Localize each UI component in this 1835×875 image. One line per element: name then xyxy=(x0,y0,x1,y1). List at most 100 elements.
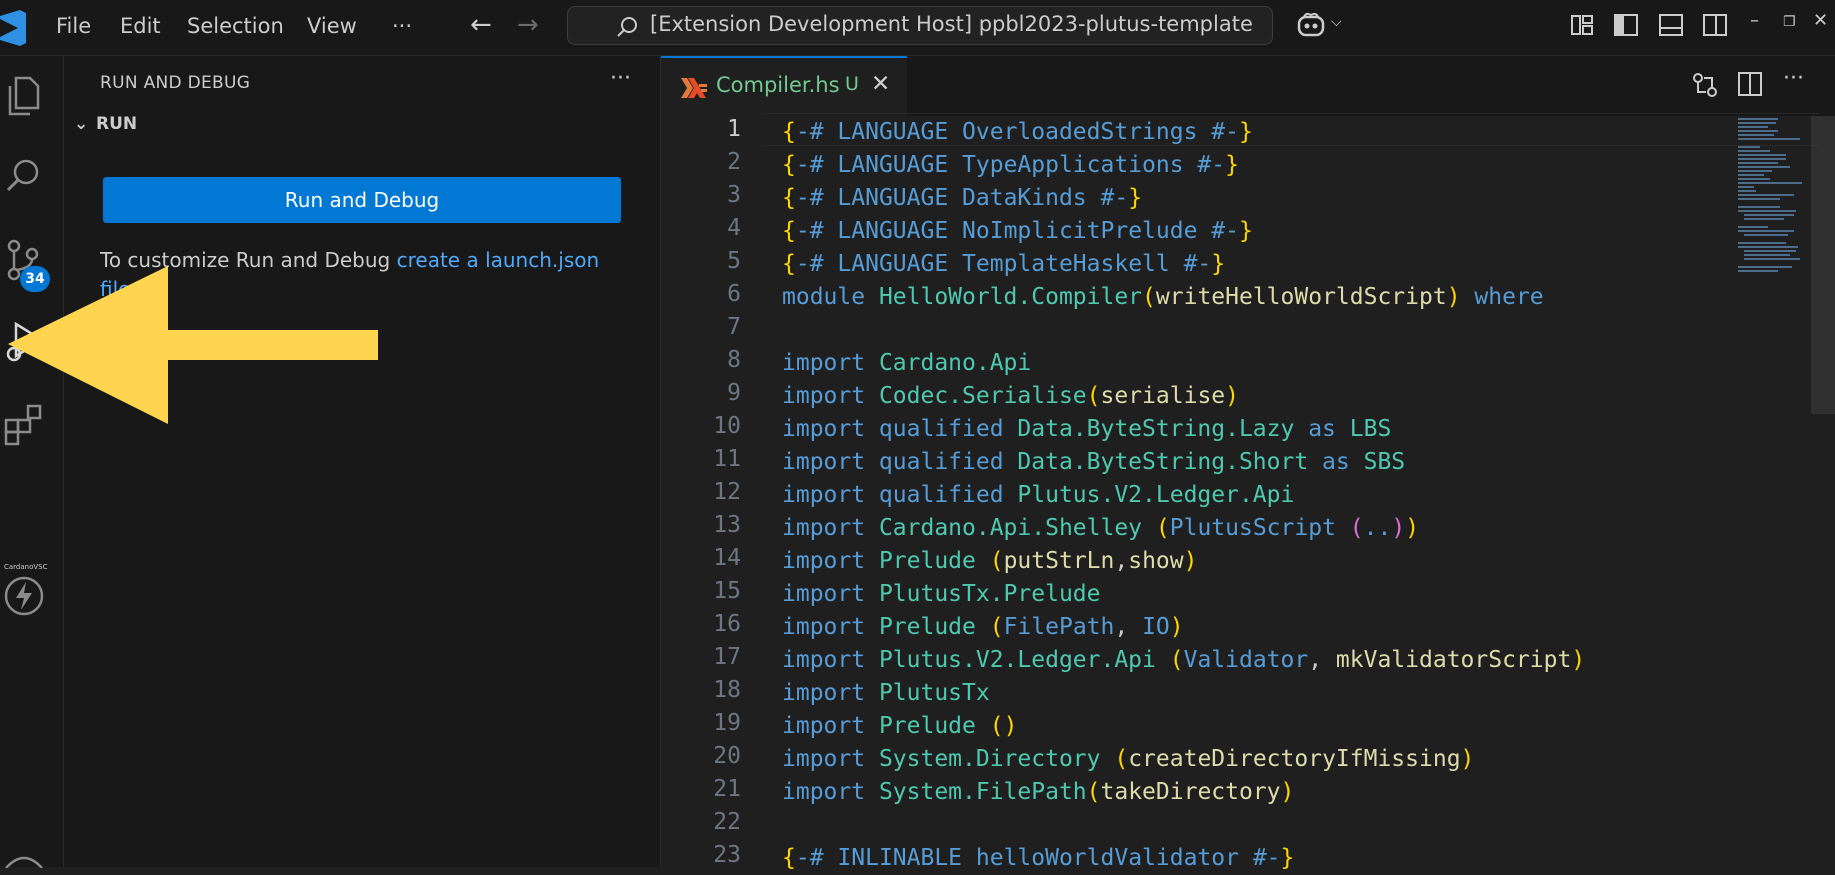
code-token: -# INLINABLE helloWorldValidator #- xyxy=(795,845,1281,871)
code-token: PlutusTx xyxy=(878,680,990,706)
menu-file[interactable]: File xyxy=(56,12,91,40)
code-token: , xyxy=(1114,614,1143,640)
code-line[interactable]: import Codec.Serialise(serialise) xyxy=(782,380,1239,413)
line-number: 13 xyxy=(713,512,741,538)
chevron-down-icon[interactable]: ⌵ xyxy=(1331,14,1342,30)
code-token: createDirectoryIfMissing xyxy=(1128,746,1461,772)
menu-more-button[interactable]: ··· xyxy=(392,12,412,40)
close-window-button[interactable]: ✕ xyxy=(1813,10,1828,31)
code-token: mkValidatorScript xyxy=(1335,647,1572,673)
code-token: import xyxy=(782,614,879,640)
code-line[interactable]: import Prelude (FilePath, IO) xyxy=(782,611,1184,644)
code-line[interactable]: import qualified Data.ByteString.Lazy as… xyxy=(782,413,1391,446)
accounts-icon[interactable] xyxy=(4,848,44,868)
code-line[interactable]: import System.Directory (createDirectory… xyxy=(782,743,1474,776)
copilot-icon[interactable] xyxy=(1296,11,1326,39)
command-center[interactable]: [Extension Development Host] ppbl2023-pl… xyxy=(567,6,1273,45)
line-number: 10 xyxy=(713,413,741,439)
toggle-panel-icon[interactable] xyxy=(1659,14,1683,36)
code-line[interactable]: {-# LANGUAGE OverloadedStrings #-} xyxy=(782,116,1253,149)
code-token: show xyxy=(1128,548,1184,574)
code-token: Prelude xyxy=(878,614,990,640)
code-token: ) xyxy=(1280,779,1295,805)
toggle-secondary-sidebar-icon[interactable] xyxy=(1703,14,1727,36)
code-token: import xyxy=(782,746,879,772)
code-token: -# LANGUAGE NoImplicitPrelude #- xyxy=(795,218,1239,244)
split-editor-icon[interactable] xyxy=(1738,72,1762,96)
code-token: FilePath xyxy=(1003,614,1115,640)
menu-edit[interactable]: Edit xyxy=(120,12,161,40)
code-token: { xyxy=(782,251,796,277)
haskell-icon xyxy=(681,78,707,98)
code-token: -# LANGUAGE TypeApplications #- xyxy=(795,152,1226,178)
code-line[interactable]: {-# LANGUAGE DataKinds #-} xyxy=(782,182,1142,215)
editor-more-actions-icon[interactable]: ··· xyxy=(1783,66,1804,91)
line-number: 12 xyxy=(713,479,741,505)
menu-view[interactable]: View xyxy=(307,12,357,40)
code-token: { xyxy=(782,152,796,178)
customize-layout-icon[interactable] xyxy=(1571,14,1593,36)
code-token: } xyxy=(1225,152,1239,178)
code-line[interactable]: module HelloWorld.Compiler(writeHelloWor… xyxy=(782,281,1544,314)
code-token: ( xyxy=(1169,647,1184,673)
more-actions-icon[interactable]: ··· xyxy=(610,66,631,91)
code-line[interactable]: {-# LANGUAGE TypeApplications #-} xyxy=(782,149,1239,182)
minimap[interactable] xyxy=(1738,116,1818,306)
code-token: import xyxy=(782,779,879,805)
code-line[interactable]: import Plutus.V2.Ledger.Api (Validator, … xyxy=(782,644,1585,677)
line-number: 20 xyxy=(713,743,741,769)
code-token: ) xyxy=(1446,284,1461,310)
code-token: ) xyxy=(1571,647,1586,673)
code-token: Codec.Serialise xyxy=(878,383,1087,409)
line-number: 14 xyxy=(713,545,741,571)
open-changes-icon[interactable] xyxy=(1692,72,1718,98)
line-number: 18 xyxy=(713,677,741,703)
line-number: 1 xyxy=(727,116,741,142)
code-token: Data.ByteString.Lazy xyxy=(1017,416,1295,442)
code-token: LBS xyxy=(1349,416,1392,442)
code-token: -# LANGUAGE OverloadedStrings #- xyxy=(795,119,1239,145)
code-line[interactable]: {-# LANGUAGE TemplateHaskell #-} xyxy=(782,248,1225,281)
lightning-extension-button[interactable] xyxy=(0,568,52,620)
code-token: import qualified xyxy=(782,482,1018,508)
code-token: ) xyxy=(1183,548,1198,574)
code-line[interactable]: import System.FilePath(takeDirectory) xyxy=(782,776,1294,809)
run-section-header[interactable]: ⌄ RUN xyxy=(74,114,137,134)
code-line[interactable]: import Cardano.Api xyxy=(782,347,1031,380)
code-token: as xyxy=(1294,416,1350,442)
code-token: System.FilePath xyxy=(878,779,1087,805)
minimize-button[interactable]: – xyxy=(1750,10,1759,31)
editor-area: Compiler.hs U ✕ ··· 1 2 3 4 5 6 7 8 9 10 11 12 13 14 1… xyxy=(661,56,1835,871)
code-line[interactable]: import Cardano.Api.Shelley (PlutusScript… xyxy=(782,512,1419,545)
menu-selection[interactable]: Selection xyxy=(187,12,284,40)
back-arrow-icon[interactable]: ← xyxy=(470,10,492,40)
restore-button[interactable]: ❐ xyxy=(1783,14,1796,30)
code-line[interactable]: {-# INLINABLE helloWorldValidator #-} xyxy=(782,842,1294,875)
toggle-primary-sidebar-icon[interactable] xyxy=(1614,14,1638,36)
forward-arrow-icon[interactable]: → xyxy=(517,10,539,40)
code-token: HelloWorld.Compiler xyxy=(878,284,1143,310)
explorer-button[interactable] xyxy=(0,68,52,120)
close-icon[interactable]: ✕ xyxy=(871,71,890,97)
code-token: .. xyxy=(1363,515,1392,541)
code-token: ( xyxy=(1349,515,1364,541)
run-and-debug-button[interactable]: Run and Debug xyxy=(103,177,621,223)
code-line[interactable]: import Prelude (putStrLn,show) xyxy=(782,545,1197,578)
code-token: { xyxy=(782,119,796,145)
code-line[interactable]: import PlutusTx xyxy=(782,677,990,710)
code-line[interactable]: {-# LANGUAGE NoImplicitPrelude #-} xyxy=(782,215,1253,248)
editor-tab-bar: Compiler.hs U ✕ ··· xyxy=(661,56,1835,116)
code-line[interactable]: import qualified Plutus.V2.Ledger.Api xyxy=(782,479,1294,512)
code-line[interactable]: import Prelude () xyxy=(782,710,1017,743)
tab-git-status: U xyxy=(845,73,859,95)
code-token: { xyxy=(782,185,796,211)
code-token: import xyxy=(782,548,879,574)
vertical-scrollbar[interactable] xyxy=(1811,116,1835,414)
code-line[interactable]: import PlutusTx.Prelude xyxy=(782,578,1101,611)
vscode-logo-icon[interactable] xyxy=(0,10,26,46)
tab-compiler-hs[interactable]: Compiler.hs U ✕ xyxy=(661,56,907,116)
search-view-button[interactable] xyxy=(0,150,52,202)
code-line[interactable]: import qualified Data.ByteString.Short a… xyxy=(782,446,1405,479)
code-token: Validator xyxy=(1183,647,1309,673)
line-number: 15 xyxy=(713,578,741,604)
